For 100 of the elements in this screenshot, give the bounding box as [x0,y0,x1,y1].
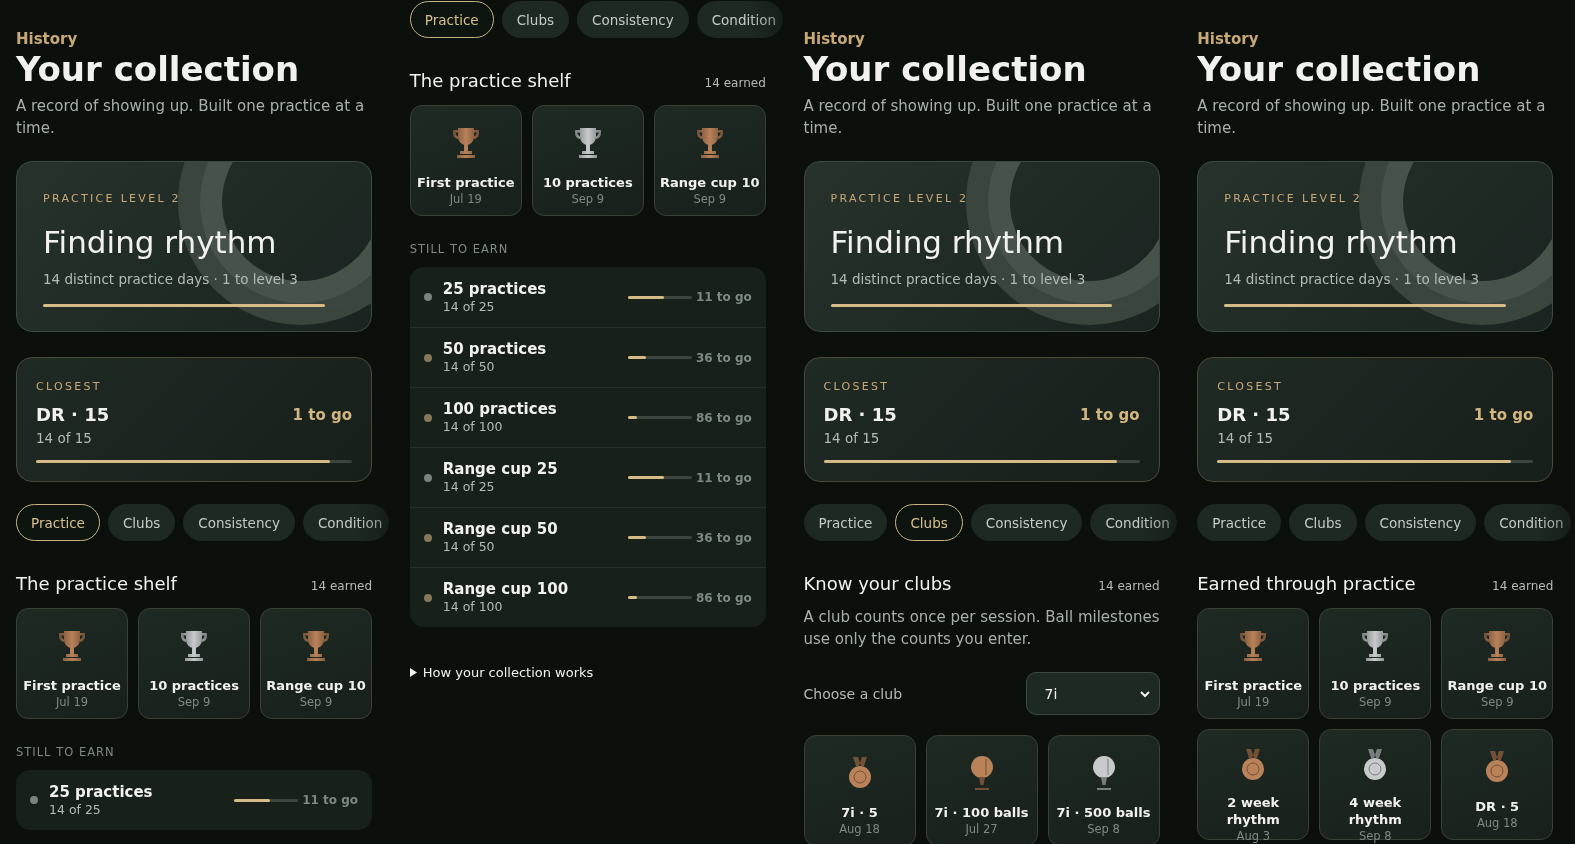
award-card[interactable]: First practice Jul 19 [409,105,522,216]
award-title: DR · 5 [1474,798,1521,815]
award-card[interactable]: 10 practices Sep 9 [531,105,644,216]
category-tab[interactable]: Consistency [970,504,1083,541]
goal-remaining: 86 to go [694,410,752,425]
category-tab[interactable]: Condition [696,1,784,38]
award-date: Sep 9 [1358,695,1392,709]
earned-count: 14 earned [310,579,372,593]
goal-title: 100 practices [442,400,558,419]
goal-detail: 14 of 100 [442,419,504,435]
award-card[interactable]: Range cup 10 Sep 9 [260,608,372,719]
category-tab[interactable]: Practice [409,1,494,38]
award-date: Aug 18 [839,822,880,836]
closest-remaining: 1 to go [1473,406,1534,424]
category-tab[interactable]: Clubs [107,504,176,541]
goal-title: 25 practices [49,782,154,802]
section-title: The practice shelf [16,572,177,596]
section-title: The practice shelf [409,69,571,93]
goal-detail: 14 of 50 [442,359,496,375]
earned-count: 14 earned [1098,579,1160,593]
award-card[interactable]: Range cup 10 Sep 9 [653,105,766,216]
club-select[interactable]: 7i [1025,672,1160,715]
award-title: First practice [1203,677,1304,694]
page-subtitle: A record of showing up. Built one practice at a time. [803,96,1153,139]
picker-label: Choose a club [803,685,902,702]
level-detail: 14 distinct practice days · 1 to level 3 [830,270,1087,288]
section-title: Earned through practice [1197,572,1416,596]
award-date: Jul 19 [1237,695,1270,709]
goal-detail: 14 of 50 [442,539,496,555]
award-date: Sep 9 [177,695,211,709]
section-eyebrow: History [803,29,866,49]
goal-title: Range cup 25 [442,460,559,479]
award-title: 7i · 100 balls [933,804,1030,821]
goal-remaining: 11 to go [694,290,752,304]
category-tab[interactable]: Practice [803,504,888,541]
award-title: 7i · 500 balls [1055,804,1152,821]
closest-eyebrow: CLOSEST [823,380,891,394]
earned-count: 14 earned [1492,579,1554,593]
award-title: 10 practices [541,174,634,191]
closest-eyebrow: CLOSEST [36,380,103,394]
category-tab[interactable]: Clubs [1289,504,1357,541]
category-tab[interactable]: Clubs [501,1,569,38]
category-tab[interactable]: Condition [1090,504,1177,541]
level-title: Finding rhythm [830,223,1065,262]
earned-count: 14 earned [704,76,766,90]
list-heading: STILL TO EARN [409,242,510,256]
award-date: Sep 9 [1480,695,1514,709]
category-tab[interactable]: Practice [1197,504,1282,541]
award-title: First practice [22,677,122,694]
level-detail: 14 distinct practice days · 1 to level 3 [43,270,299,288]
award-date: Aug 18 [1476,816,1518,830]
page-subtitle: A record of showing up. Built one practice at a time. [16,96,366,139]
level-eyebrow: PRACTICE LEVEL 2 [1224,192,1364,206]
category-tab[interactable]: Consistency [183,504,295,541]
details-toggle[interactable]: How your collection works [422,665,594,680]
closest-detail: 14 of 15 [823,429,881,447]
page-title: Your collection [1197,49,1482,89]
category-tab[interactable]: Practice [16,504,100,541]
page-title: Your collection [16,49,301,89]
category-tab[interactable]: Condition [302,504,390,541]
section-eyebrow: History [1197,29,1260,49]
award-card[interactable]: 10 practices Sep 9 [138,608,250,719]
award-title: Range cup 10 [1446,677,1549,694]
goal-detail: 14 of 100 [442,599,504,615]
category-tab[interactable]: Consistency [1364,504,1477,541]
closest-title: DR · 15 [36,403,110,427]
goal-remaining: 36 to go [694,350,752,365]
award-card[interactable]: Range cup 10 Sep 9 [1441,608,1554,719]
goal-title: Range cup 100 [442,580,570,599]
award-card[interactable]: DR · 5 Aug 18 [1441,729,1554,840]
closest-detail: 14 of 15 [1217,429,1275,447]
level-eyebrow: PRACTICE LEVEL 2 [43,192,182,206]
closest-detail: 14 of 15 [36,429,93,447]
goal-title: 25 practices [442,279,548,299]
award-card[interactable]: 7i · 5 Aug 18 [803,735,916,844]
goal-detail: 14 of 25 [442,298,496,315]
award-card[interactable]: First practice Jul 19 [1197,608,1310,719]
award-title: 4 week rhythm [1347,794,1403,828]
section-note: A club counts once per session. Ball milestones use only the counts you enter. [803,607,1160,650]
category-tab[interactable]: Clubs [895,504,963,541]
category-tab[interactable]: Consistency [577,1,689,38]
goal-title: 50 practices [442,340,548,359]
award-card[interactable]: 10 practices Sep 9 [1319,608,1432,719]
page-title: Your collection [803,49,1088,89]
closest-title: DR · 15 [1217,403,1291,427]
award-card[interactable]: 7i · 500 balls Sep 8 [1047,735,1160,844]
closest-remaining: 1 to go [1080,406,1140,424]
award-card[interactable]: 7i · 100 balls Jul 27 [925,735,1038,844]
category-tab[interactable]: Condition [1484,504,1571,541]
award-date: Aug 3 [1236,829,1270,843]
award-date: Sep 9 [571,192,605,206]
award-title: 10 practices [1329,677,1422,694]
section-title: Know your clubs [803,572,952,596]
award-title: Range cup 10 [265,677,367,694]
award-date: Sep 9 [693,192,727,206]
goal-remaining: 36 to go [694,530,752,545]
award-card[interactable]: First practice Jul 19 [16,608,128,719]
disclosure-triangle-icon [409,668,417,677]
award-title: 2 week rhythm [1225,794,1281,828]
goal-remaining: 11 to go [694,470,752,485]
